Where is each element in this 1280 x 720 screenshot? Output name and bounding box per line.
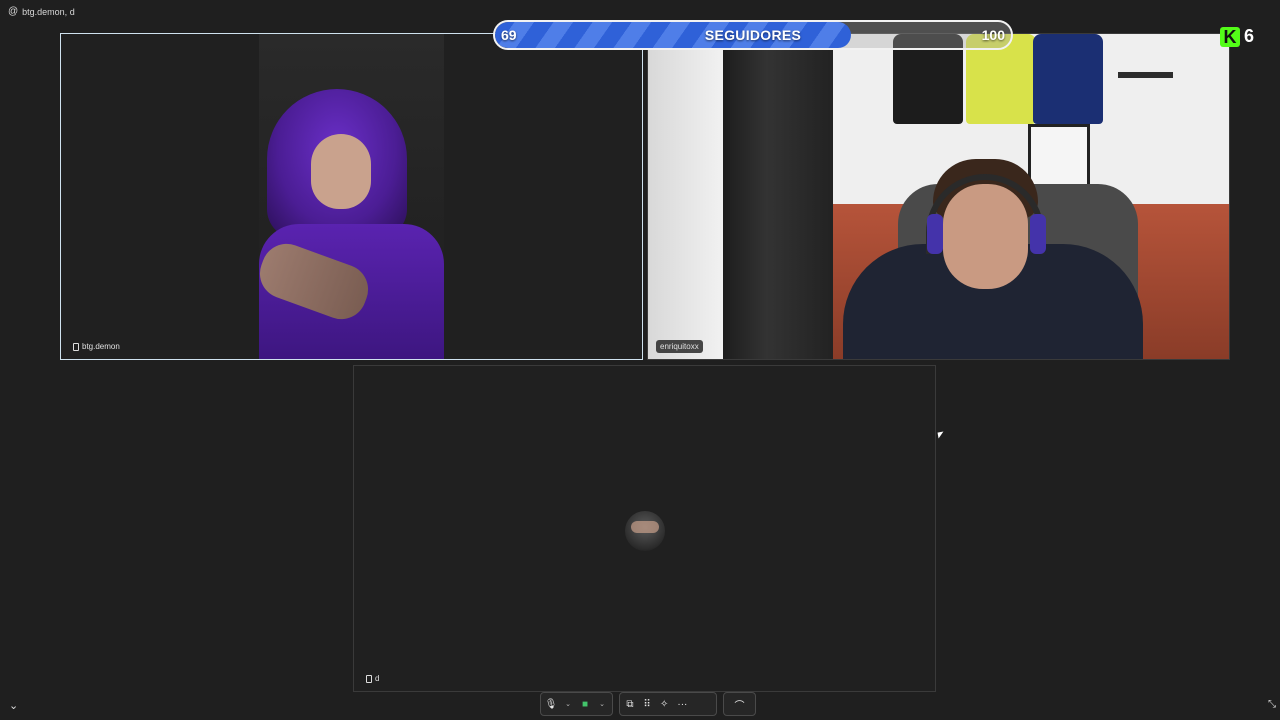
participant-name: btg.demon <box>82 342 120 351</box>
media-controls-group: 🎙 ⌄ ■ ⌄ <box>540 692 613 716</box>
tools-controls-group: ⧉ ⠿ ✧ ··· <box>619 692 717 716</box>
participant-name-label: d <box>362 672 383 685</box>
participant-name-label: btg.demon <box>69 340 124 353</box>
followers-label: SEGUIDORES <box>704 27 802 43</box>
microphone-icon[interactable]: 🎙 <box>545 699 558 710</box>
camera-icon[interactable]: ■ <box>581 699 589 710</box>
video-tile-enriquitoxx[interactable]: enriquitoxx <box>647 33 1230 360</box>
call-controls: 🎙 ⌄ ■ ⌄ ⧉ ⠿ ✧ ··· ⌒ <box>0 692 1280 716</box>
participant-name: d <box>375 674 380 683</box>
at-icon: @ <box>8 6 19 17</box>
participant-avatar <box>625 511 665 551</box>
video-tile-d[interactable]: d <box>353 365 936 692</box>
hangup-group: ⌒ <box>723 692 756 716</box>
followers-goal: 100 <box>981 27 1005 43</box>
kick-logo-icon: K <box>1220 26 1240 47</box>
screen-share-icon[interactable]: ⧉ <box>626 699 634 710</box>
effects-icon[interactable]: ✧ <box>660 699 668 710</box>
chevron-down-icon[interactable]: ⌄ <box>564 700 572 708</box>
kick-viewers-badge: K 6 <box>1220 26 1254 47</box>
participant-video <box>252 34 444 359</box>
call-participants-title: btg.demon, d <box>22 6 75 17</box>
followers-goal-bar: 69 SEGUIDORES 100 <box>493 20 1013 50</box>
participant-name: enriquitoxx <box>660 342 699 351</box>
chevron-down-icon[interactable]: ⌄ <box>598 700 606 708</box>
more-options-icon[interactable]: ··· <box>677 699 687 710</box>
viewer-count: 6 <box>1244 26 1255 46</box>
video-tile-btg-demon[interactable]: btg.demon <box>60 33 643 360</box>
phone-icon <box>73 342 79 351</box>
phone-icon <box>366 674 372 683</box>
window-title: @ btg.demon, d <box>8 6 75 17</box>
grid-layout-icon[interactable]: ⠿ <box>643 699 651 710</box>
mouse-cursor-icon <box>937 431 945 439</box>
fullscreen-icon[interactable]: ⤡ <box>1268 699 1276 710</box>
participant-name-label: enriquitoxx <box>656 340 703 353</box>
participant-video <box>648 34 1229 359</box>
hang-up-icon[interactable]: ⌒ <box>735 697 745 712</box>
